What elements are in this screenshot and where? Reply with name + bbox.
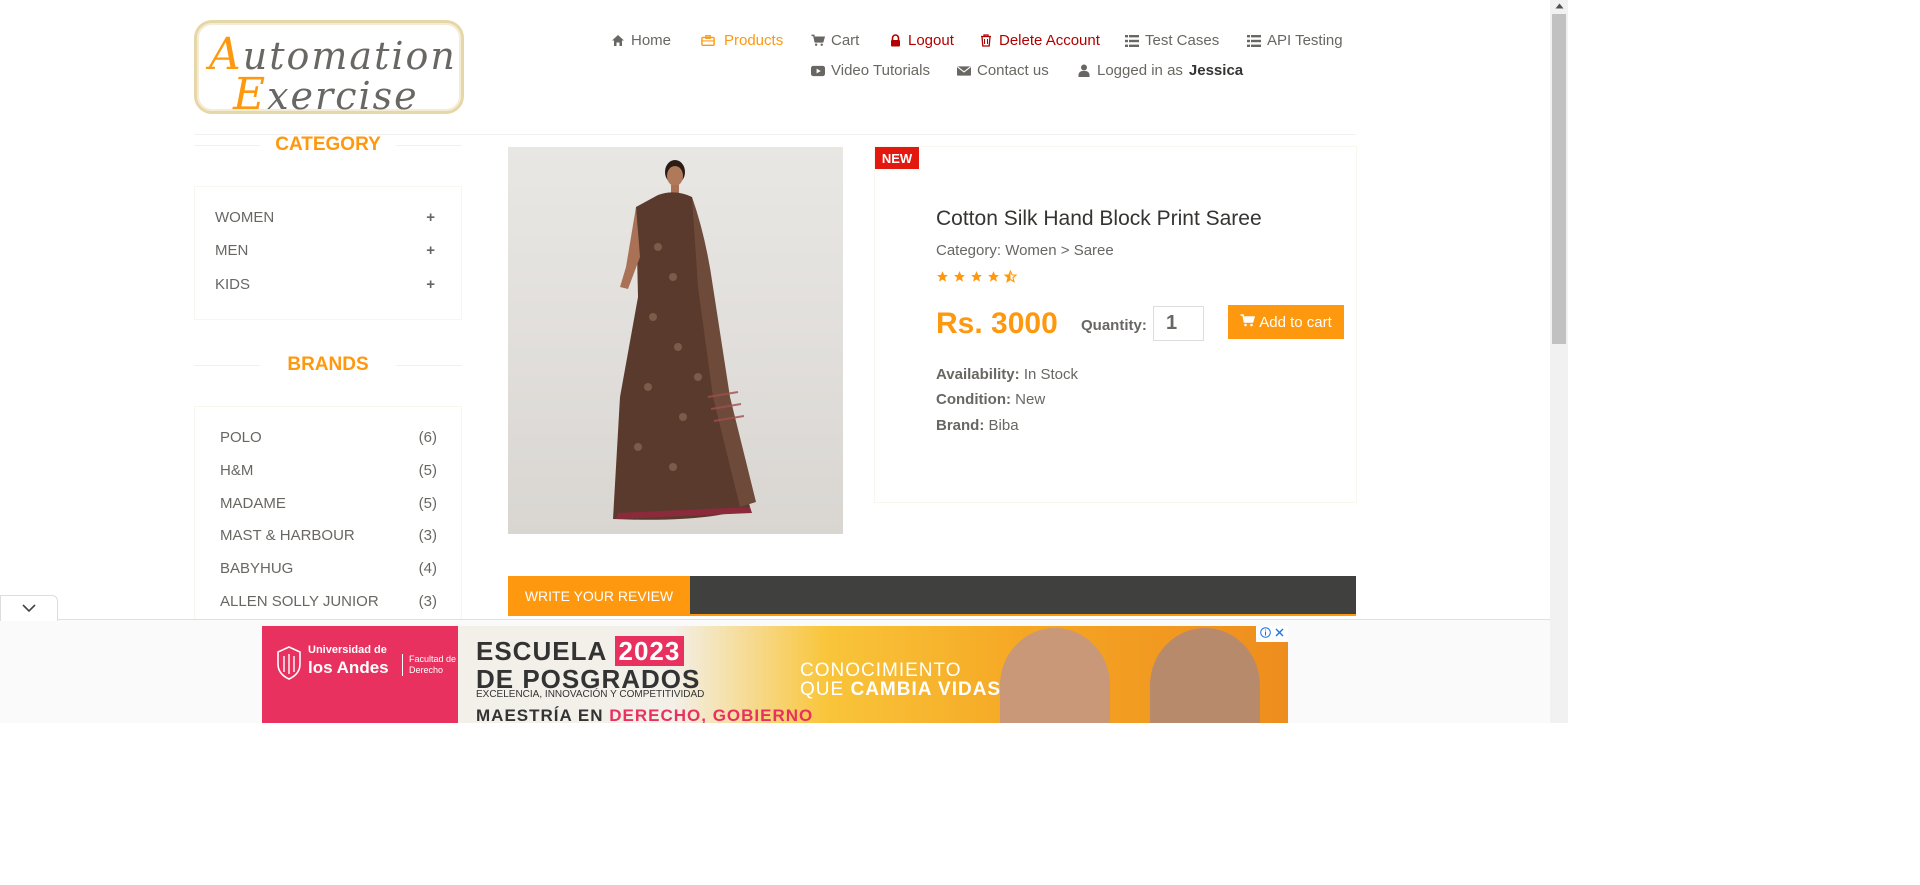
envelope-icon [957,64,971,78]
lock-icon [888,34,902,48]
university-crest-icon [277,646,301,680]
brand-polo[interactable]: POLO (6) [220,429,437,446]
product-name: Cotton Silk Hand Block Print Saree [936,207,1262,230]
scroll-up-arrow-icon[interactable] [1555,2,1564,11]
product-price: Rs. 3000 [936,307,1058,340]
category-men[interactable]: MEN + [215,242,435,259]
expand-icon[interactable]: + [426,276,435,293]
nav-logged-in-user[interactable]: Logged in as Jessica [1077,62,1243,79]
list-icon [1247,34,1261,48]
nav-video-tutorials[interactable]: Video Tutorials [811,62,930,79]
site-logo[interactable]: Automation Exercise [194,20,464,120]
brands-title: BRANDS [194,354,462,376]
ad-tagline: EXCELENCIA, INNOVACIÓN Y COMPETITIVIDAD [476,689,705,700]
category-women[interactable]: WOMEN + [215,209,435,226]
cart-icon [811,34,825,48]
brand-babyhug[interactable]: BABYHUG (4) [220,560,437,577]
brand-allen-solly-junior[interactable]: ALLEN SOLLY JUNIOR (3) [220,593,437,610]
brand-madame[interactable]: MADAME (5) [220,495,437,512]
category-panel: WOMEN + MEN + KIDS + [194,186,462,320]
category-title: CATEGORY [194,134,462,156]
ad-banner[interactable]: Universidad de los Andes Facultad de Der… [262,626,1288,723]
quantity-label: Quantity: [1081,317,1147,334]
logo-line-2: Exercise [233,69,419,120]
trash-icon [979,34,993,48]
home-icon [611,34,625,48]
briefcase-icon [701,34,715,48]
ad-controls [1256,626,1288,642]
add-to-cart-button[interactable]: Add to cart [1228,305,1344,339]
close-icon[interactable] [1275,628,1284,640]
rating-stars [936,270,1017,283]
ad-slogan-line-2: QUE CAMBIA VIDAS [800,679,1002,700]
new-badge: NEW [875,147,919,169]
product-image [508,147,843,534]
scrollbar-thumb[interactable] [1552,14,1566,344]
ad-program: MAESTRÍA EN DERECHO, GOBIERNO [476,706,814,723]
category-kids[interactable]: KIDS + [215,276,435,293]
brand-mast-harbour[interactable]: MAST & HARBOUR (3) [220,527,437,544]
star-icon [954,271,965,282]
availability: Availability: In Stock [936,366,1079,383]
product-category: Category: Women > Saree [936,242,1114,259]
ad-person-image [1000,628,1110,723]
username: Jessica [1188,62,1244,79]
star-icon [988,271,999,282]
expand-icon[interactable]: + [426,209,435,226]
condition: Condition: New [936,391,1046,408]
chevron-down-icon [21,600,37,618]
brand: Brand: Biba [936,417,1019,434]
star-icon [971,271,982,282]
half-star-icon [1004,270,1017,283]
brand-hm[interactable]: H&M (5) [220,462,437,479]
expand-icon[interactable]: + [426,242,435,259]
nav-home[interactable]: Home [611,32,671,49]
user-icon [1077,64,1091,78]
nav-api-testing[interactable]: API Testing [1247,32,1343,49]
nav-products[interactable]: Products [701,32,783,49]
ad-headline-1: ESCUELA 2023 [476,636,685,667]
cart-icon [1240,313,1256,331]
ad-university-block: Universidad de los Andes Facultad de Der… [262,626,458,723]
brands-panel: POLO (6) H&M (5) MADAME (5) MAST & HARBOUR(… [194,406,462,646]
star-icon [937,271,948,282]
quantity-input[interactable] [1153,306,1204,341]
nav-logout[interactable]: Logout [888,32,954,49]
youtube-play-icon [811,64,825,78]
list-icon [1125,34,1139,48]
collapse-ad-button[interactable] [0,595,58,621]
nav-contact-us[interactable]: Contact us [957,62,1049,79]
tab-write-review[interactable]: WRITE YOUR REVIEW [508,576,690,615]
nav-delete-account[interactable]: Delete Account [979,32,1100,49]
nav-test-cases[interactable]: Test Cases [1125,32,1219,49]
info-icon[interactable] [1260,627,1271,641]
nav-cart[interactable]: Cart [811,32,859,49]
vertical-scrollbar[interactable] [1550,0,1568,723]
ad-person-image [1150,628,1260,723]
